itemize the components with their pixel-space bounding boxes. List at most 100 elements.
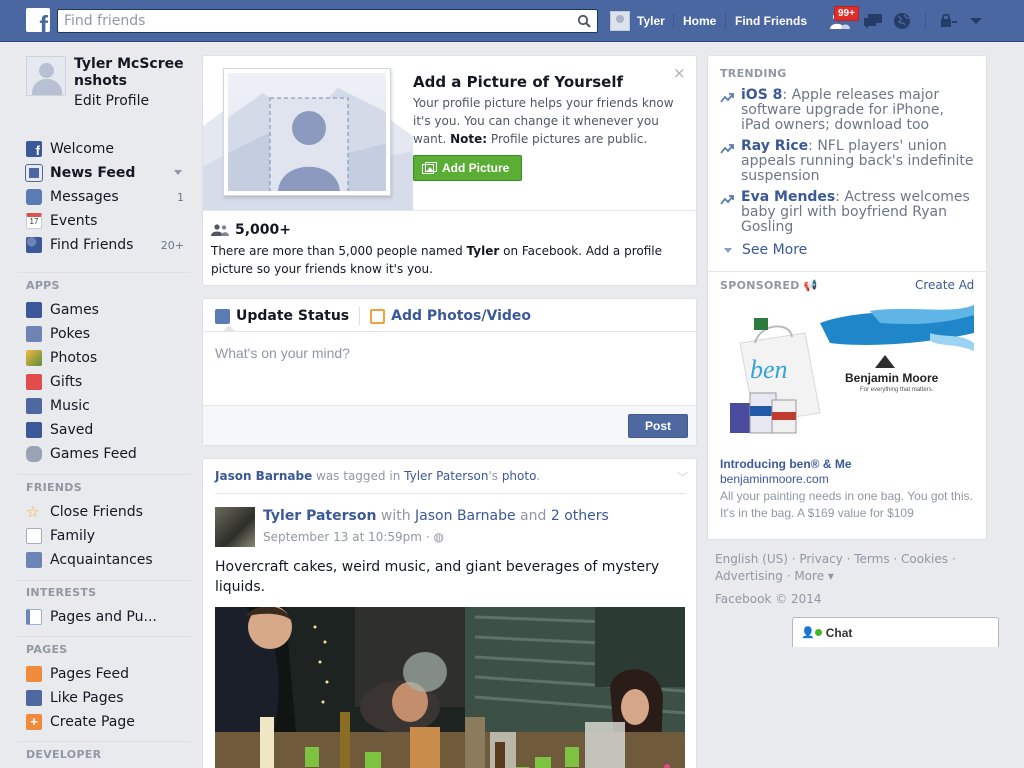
search-box[interactable] (57, 9, 598, 33)
pokes-icon (26, 326, 42, 342)
divider (203, 210, 696, 211)
trending-topic-link[interactable]: Eva Mendes (741, 189, 835, 205)
photo-link[interactable]: photo (502, 469, 536, 483)
chat-bar[interactable]: 👤 Chat (792, 617, 999, 647)
create-ad-link[interactable]: Create Ad (915, 278, 974, 292)
search-input[interactable] (58, 10, 558, 32)
trending-topic-link[interactable]: iOS 8 (741, 87, 782, 103)
notifications-globe-icon[interactable] (892, 12, 914, 30)
post-button[interactable]: Post (628, 414, 688, 438)
see-more-label: See More (742, 242, 808, 258)
sidebar-item-pages-and-public-figures[interactable]: Pages and Pu... (26, 606, 186, 628)
right-sidebar-card: TRENDING iOS 8: Apple releases major sof… (707, 55, 987, 540)
sidebar-item-welcome[interactable]: f Welcome (26, 138, 186, 160)
tagged-user-link[interactable]: Jason Barnabe (215, 469, 312, 483)
trending-item[interactable]: iOS 8: Apple releases major software upg… (720, 88, 976, 133)
find-friends-link[interactable]: Find Friends (735, 14, 807, 28)
card-footer-text: There are more than 5,000 people named T… (211, 242, 691, 278)
sidebar-profile[interactable]: Tyler McScreenshots Edit Profile (26, 56, 184, 109)
audience-globe-icon[interactable]: ◍ (433, 530, 443, 544)
divider (673, 13, 674, 29)
sidebar-item-family[interactable]: Family (26, 525, 186, 547)
calendar-icon: 17 (26, 213, 42, 229)
profile-placeholder-illustration (203, 56, 413, 210)
with-user-link[interactable]: Jason Barnabe (415, 508, 516, 524)
others-link[interactable]: 2 others (551, 508, 609, 524)
author-link[interactable]: Tyler Paterson (263, 508, 376, 524)
composer-footer: Post (203, 405, 696, 445)
section-interests[interactable]: INTERESTS (26, 586, 96, 599)
sidebar-item-label: Pokes (50, 326, 91, 342)
sidebar-item-news-feed[interactable]: News Feed (25, 162, 186, 184)
sidebar-item-photos[interactable]: Photos (26, 347, 186, 369)
note-text: Profile pictures are public. (490, 132, 648, 146)
search-icon[interactable] (577, 14, 591, 28)
divider (725, 13, 726, 29)
sidebar-item-pages-feed[interactable]: Pages Feed (26, 663, 186, 685)
sidebar-item-find-friends[interactable]: Find Friends 20+ (26, 234, 186, 256)
story-photo[interactable] (215, 607, 685, 768)
home-link[interactable]: Home (683, 14, 716, 28)
privacy-lock-icon[interactable] (938, 12, 960, 30)
divider (203, 331, 696, 332)
footer-links[interactable]: English (US) · Privacy · Terms · Cookies… (715, 551, 975, 585)
account-menu-icon[interactable] (966, 12, 988, 30)
ad-tagline: For everything that matters. (860, 387, 934, 393)
sidebar-item-gifts[interactable]: Gifts (26, 371, 186, 393)
ad-url-link[interactable]: benjaminmoore.com (720, 472, 829, 486)
star-icon: ☆ (26, 503, 40, 521)
sidebar-item-label: Music (50, 398, 90, 414)
avatar[interactable] (26, 56, 66, 96)
section-friends[interactable]: FRIENDS (26, 481, 82, 494)
sidebar-item-label: Pages and Pu... (50, 609, 157, 625)
sponsored-title: SPONSORED 📢 (720, 279, 818, 292)
profile-link[interactable]: Tyler (610, 10, 665, 32)
sidebar-item-games-feed[interactable]: Games Feed (26, 443, 186, 465)
sidebar-item-games[interactable]: Games (26, 299, 186, 321)
sidebar-item-pokes[interactable]: Pokes (26, 323, 186, 345)
ad-image[interactable]: ben Benjamin Moore For everything that m… (720, 303, 974, 453)
status-input[interactable]: What's on your mind? (215, 345, 350, 361)
sidebar-item-events[interactable]: 17 Events (26, 210, 186, 232)
sidebar-item-acquaintances[interactable]: Acquaintances (26, 549, 186, 571)
divider (18, 474, 190, 475)
sidebar-item-messages[interactable]: Messages 1 (26, 186, 186, 208)
sidebar-item-create-page[interactable]: + Create Page (26, 711, 186, 733)
create-page-icon: + (26, 714, 42, 730)
edit-profile-link[interactable]: Edit Profile (74, 93, 184, 109)
note-label: Note: (450, 132, 488, 146)
sidebar-item-label: Close Friends (50, 504, 143, 520)
chevron-down-icon[interactable] (174, 170, 182, 175)
sidebar-item-label: Find Friends (50, 237, 134, 253)
add-picture-button[interactable]: Add Picture (413, 155, 522, 181)
games-icon (26, 302, 42, 318)
close-icon[interactable]: × (673, 64, 686, 82)
sidebar-item-music[interactable]: Music (26, 395, 186, 417)
sidebar-item-like-pages[interactable]: Like Pages (26, 687, 186, 709)
facebook-logo-icon[interactable]: f (26, 8, 50, 32)
story-text: Hovercraft cakes, weird music, and giant… (215, 559, 660, 595)
see-more-link[interactable]: See More (724, 242, 807, 258)
section-developer[interactable]: DEVELOPER (26, 748, 101, 761)
profile-name-link[interactable]: Tyler (637, 14, 665, 28)
feed-story: Jason Barnabe was tagged in Tyler Paters… (202, 458, 697, 768)
avatar[interactable] (215, 507, 255, 547)
ad-title-link[interactable]: Introducing ben® & Me (720, 457, 852, 471)
trending-topic-link[interactable]: Ray Rice (741, 138, 808, 154)
tab-update-status[interactable]: Update Status (215, 308, 349, 324)
section-pages[interactable]: PAGES (26, 643, 68, 656)
section-apps[interactable]: APPS (26, 279, 60, 292)
tab-add-photos-video[interactable]: Add Photos/Video (370, 308, 531, 324)
sidebar-item-saved[interactable]: Saved (26, 419, 186, 441)
timestamp-link[interactable]: September 13 at 10:59pm (263, 530, 422, 544)
messages-icon[interactable] (862, 12, 884, 30)
sidebar-item-close-friends[interactable]: ☆ Close Friends (26, 501, 186, 523)
story-header: Jason Barnabe was tagged in Tyler Paters… (215, 469, 540, 483)
trending-item[interactable]: Eva Mendes: Actress welcomes baby girl w… (720, 190, 976, 235)
chevron-down-icon[interactable]: ﹀ (677, 469, 688, 485)
acquaintances-icon (26, 552, 42, 568)
trending-item[interactable]: Ray Rice: NFL players' union appeals run… (720, 139, 976, 184)
story-meta: September 13 at 10:59pm · ◍ (263, 530, 444, 544)
owner-link[interactable]: Tyler Paterson (404, 469, 488, 483)
profile-name[interactable]: Tyler McScreenshots (74, 56, 184, 90)
